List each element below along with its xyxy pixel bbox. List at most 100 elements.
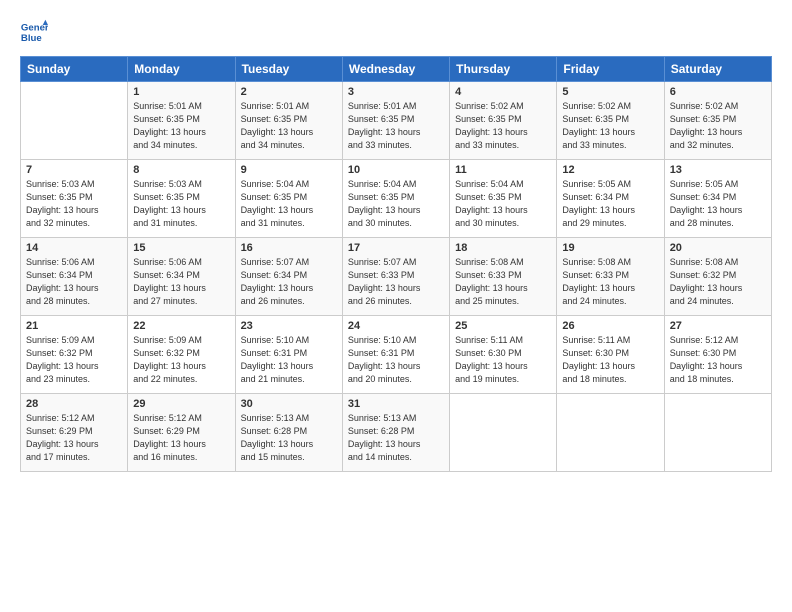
day-number: 6 [670, 86, 766, 98]
weekday-header: Saturday [664, 57, 771, 82]
day-number: 12 [562, 164, 658, 176]
day-info: Sunrise: 5:11 AMSunset: 6:30 PMDaylight:… [562, 334, 658, 386]
calendar-cell: 16Sunrise: 5:07 AMSunset: 6:34 PMDayligh… [235, 238, 342, 316]
day-info: Sunrise: 5:08 AMSunset: 6:32 PMDaylight:… [670, 256, 766, 308]
day-info: Sunrise: 5:06 AMSunset: 6:34 PMDaylight:… [26, 256, 122, 308]
day-info: Sunrise: 5:07 AMSunset: 6:34 PMDaylight:… [241, 256, 337, 308]
day-number: 24 [348, 320, 444, 332]
day-info: Sunrise: 5:05 AMSunset: 6:34 PMDaylight:… [670, 178, 766, 230]
day-info: Sunrise: 5:02 AMSunset: 6:35 PMDaylight:… [455, 100, 551, 152]
day-number: 29 [133, 398, 229, 410]
day-number: 13 [670, 164, 766, 176]
calendar-cell: 9Sunrise: 5:04 AMSunset: 6:35 PMDaylight… [235, 160, 342, 238]
day-number: 17 [348, 242, 444, 254]
calendar-cell: 26 Sunrise: 5:11 AMSunset: 6:30 PMDayligh… [557, 316, 664, 394]
day-number: 10 [348, 164, 444, 176]
day-info: Sunrise: 5:02 AMSunset: 6:35 PMDaylight:… [670, 100, 766, 152]
calendar-cell [21, 82, 128, 160]
calendar-cell [450, 394, 557, 472]
logo-icon: General Blue [20, 18, 48, 46]
day-info: Sunrise: 5:01 AMSunset: 6:35 PMDaylight:… [348, 100, 444, 152]
calendar-cell: 10 Sunrise: 5:04 AMSunset: 6:35 PMDayligh… [342, 160, 449, 238]
day-info: Sunrise: 5:01 AMSunset: 6:35 PMDaylight:… [241, 100, 337, 152]
day-info: Sunrise: 5:10 AMSunset: 6:31 PMDaylight:… [241, 334, 337, 386]
day-number: 3 [348, 86, 444, 98]
calendar-cell: 14 Sunrise: 5:06 AMSunset: 6:34 PMDayligh… [21, 238, 128, 316]
calendar-week-row: 28 Sunrise: 5:12 AMSunset: 6:29 PMDayligh… [21, 394, 772, 472]
day-number: 9 [241, 164, 337, 176]
weekday-header: Monday [128, 57, 235, 82]
calendar-cell: 21 Sunrise: 5:09 AMSunset: 6:32 PMDayligh… [21, 316, 128, 394]
day-number: 20 [670, 242, 766, 254]
day-number: 21 [26, 320, 122, 332]
day-number: 23 [241, 320, 337, 332]
calendar-cell: 4 Sunrise: 5:02 AMSunset: 6:35 PMDaylight… [450, 82, 557, 160]
svg-text:Blue: Blue [21, 33, 42, 44]
calendar-cell [557, 394, 664, 472]
weekday-header: Tuesday [235, 57, 342, 82]
day-number: 26 [562, 320, 658, 332]
day-info: Sunrise: 5:04 AMSunset: 6:35 PMDaylight:… [455, 178, 551, 230]
day-info: Sunrise: 5:02 AMSunset: 6:35 PMDaylight:… [562, 100, 658, 152]
calendar-week-row: 14 Sunrise: 5:06 AMSunset: 6:34 PMDayligh… [21, 238, 772, 316]
calendar-cell: 19Sunrise: 5:08 AMSunset: 6:33 PMDayligh… [557, 238, 664, 316]
calendar-cell: 12Sunrise: 5:05 AMSunset: 6:34 PMDayligh… [557, 160, 664, 238]
calendar-cell: 28Sunrise: 5:12 AMSunset: 6:29 PMDayligh… [21, 394, 128, 472]
day-number: 11 [455, 164, 551, 176]
day-number: 15 [133, 242, 229, 254]
day-number: 27 [670, 320, 766, 332]
day-number: 5 [562, 86, 658, 98]
day-number: 4 [455, 86, 551, 98]
day-info: Sunrise: 5:01 AMSunset: 6:35 PMDaylight:… [133, 100, 229, 152]
day-info: Sunrise: 5:12 AMSunset: 6:29 PMDaylight:… [133, 412, 229, 464]
day-info: Sunrise: 5:08 AMSunset: 6:33 PMDaylight:… [562, 256, 658, 308]
weekday-header: Sunday [21, 57, 128, 82]
calendar-cell: 18 Sunrise: 5:08 AMSunset: 6:33 PMDayligh… [450, 238, 557, 316]
day-info: Sunrise: 5:03 AMSunset: 6:35 PMDaylight:… [26, 178, 122, 230]
day-number: 30 [241, 398, 337, 410]
day-info: Sunrise: 5:04 AMSunset: 6:35 PMDaylight:… [348, 178, 444, 230]
calendar-cell: 27Sunrise: 5:12 AMSunset: 6:30 PMDayligh… [664, 316, 771, 394]
day-number: 7 [26, 164, 122, 176]
calendar-cell: 13 Sunrise: 5:05 AMSunset: 6:34 PMDayligh… [664, 160, 771, 238]
day-number: 31 [348, 398, 444, 410]
day-info: Sunrise: 5:11 AMSunset: 6:30 PMDaylight:… [455, 334, 551, 386]
calendar-body: 1 Sunrise: 5:01 AMSunset: 6:35 PMDaylight… [21, 82, 772, 472]
header: General Blue [20, 18, 772, 46]
calendar-header: SundayMondayTuesdayWednesdayThursdayFrid… [21, 57, 772, 82]
calendar-cell: 5 Sunrise: 5:02 AMSunset: 6:35 PMDaylight… [557, 82, 664, 160]
calendar-table: SundayMondayTuesdayWednesdayThursdayFrid… [20, 56, 772, 472]
calendar-cell: 17 Sunrise: 5:07 AMSunset: 6:33 PMDayligh… [342, 238, 449, 316]
calendar-cell: 3 Sunrise: 5:01 AMSunset: 6:35 PMDaylight… [342, 82, 449, 160]
calendar-cell: 20 Sunrise: 5:08 AMSunset: 6:32 PMDayligh… [664, 238, 771, 316]
calendar-cell: 6 Sunrise: 5:02 AMSunset: 6:35 PMDaylight… [664, 82, 771, 160]
calendar-cell: 1 Sunrise: 5:01 AMSunset: 6:35 PMDaylight… [128, 82, 235, 160]
day-info: Sunrise: 5:09 AMSunset: 6:32 PMDaylight:… [133, 334, 229, 386]
calendar-cell [664, 394, 771, 472]
calendar-cell: 24 Sunrise: 5:10 AMSunset: 6:31 PMDayligh… [342, 316, 449, 394]
weekday-header: Friday [557, 57, 664, 82]
day-number: 1 [133, 86, 229, 98]
calendar-cell: 30 Sunrise: 5:13 AMSunset: 6:28 PMDayligh… [235, 394, 342, 472]
header-row: SundayMondayTuesdayWednesdayThursdayFrid… [21, 57, 772, 82]
day-info: Sunrise: 5:13 AMSunset: 6:28 PMDaylight:… [241, 412, 337, 464]
calendar-week-row: 21 Sunrise: 5:09 AMSunset: 6:32 PMDayligh… [21, 316, 772, 394]
calendar-week-row: 1 Sunrise: 5:01 AMSunset: 6:35 PMDaylight… [21, 82, 772, 160]
day-number: 18 [455, 242, 551, 254]
calendar-cell: 31Sunrise: 5:13 AMSunset: 6:28 PMDayligh… [342, 394, 449, 472]
day-info: Sunrise: 5:07 AMSunset: 6:33 PMDaylight:… [348, 256, 444, 308]
calendar-cell: 22 Sunrise: 5:09 AMSunset: 6:32 PMDayligh… [128, 316, 235, 394]
day-number: 22 [133, 320, 229, 332]
day-number: 2 [241, 86, 337, 98]
day-info: Sunrise: 5:09 AMSunset: 6:32 PMDaylight:… [26, 334, 122, 386]
weekday-header: Thursday [450, 57, 557, 82]
day-number: 28 [26, 398, 122, 410]
calendar-week-row: 7 Sunrise: 5:03 AMSunset: 6:35 PMDaylight… [21, 160, 772, 238]
day-info: Sunrise: 5:08 AMSunset: 6:33 PMDaylight:… [455, 256, 551, 308]
calendar-cell: 23 Sunrise: 5:10 AMSunset: 6:31 PMDayligh… [235, 316, 342, 394]
day-number: 14 [26, 242, 122, 254]
calendar-cell: 8Sunrise: 5:03 AMSunset: 6:35 PMDaylight… [128, 160, 235, 238]
calendar-cell: 11 Sunrise: 5:04 AMSunset: 6:35 PMDayligh… [450, 160, 557, 238]
day-info: Sunrise: 5:10 AMSunset: 6:31 PMDaylight:… [348, 334, 444, 386]
calendar-cell: 25Sunrise: 5:11 AMSunset: 6:30 PMDayligh… [450, 316, 557, 394]
